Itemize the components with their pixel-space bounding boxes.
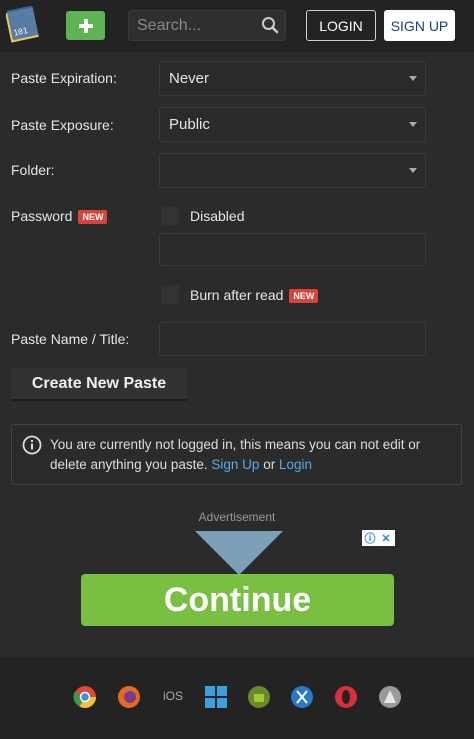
- search-icon[interactable]: [261, 16, 279, 39]
- password-input[interactable]: [159, 233, 426, 266]
- chevron-down-icon: [409, 168, 417, 173]
- firefox-icon[interactable]: [117, 685, 141, 709]
- password-label: Password: [11, 208, 73, 224]
- info-icon: [22, 435, 42, 460]
- password-label-row: Password NEW: [11, 208, 108, 225]
- opera-icon[interactable]: [334, 685, 358, 709]
- new-badge: NEW: [289, 289, 319, 304]
- search-box: [128, 10, 286, 41]
- folder-label: Folder:: [11, 162, 55, 178]
- exposure-value: Public: [169, 116, 210, 133]
- burn-label: Burn after read: [190, 287, 284, 303]
- folder-select[interactable]: [159, 153, 426, 188]
- mac-icon[interactable]: [290, 685, 314, 709]
- title-input[interactable]: [159, 322, 426, 356]
- search-input[interactable]: [129, 11, 255, 40]
- exposure-label: Paste Exposure:: [11, 117, 114, 133]
- android-icon[interactable]: [247, 685, 271, 709]
- continue-button[interactable]: Continue: [81, 574, 394, 626]
- plus-icon: [78, 18, 93, 33]
- signup-link[interactable]: Sign Up: [211, 457, 259, 472]
- ios-label[interactable]: iOS: [163, 689, 183, 703]
- chevron-down-icon: [409, 122, 417, 127]
- pastebin-logo-icon[interactable]: 101: [5, 5, 40, 44]
- title-label: Paste Name / Title:: [11, 331, 130, 347]
- ad-info-icon[interactable]: ⓘ: [362, 530, 378, 546]
- password-disabled-label: Disabled: [190, 208, 245, 224]
- create-paste-button[interactable]: Create New Paste: [11, 368, 187, 401]
- ad-close-icon[interactable]: ✕: [378, 530, 394, 546]
- login-link[interactable]: Login: [279, 457, 312, 472]
- top-header: 101 LOGIN SIGN UP: [0, 0, 474, 52]
- login-button[interactable]: LOGIN: [306, 10, 376, 41]
- chrome-icon[interactable]: [73, 685, 97, 709]
- arrow-down-icon: [195, 531, 283, 580]
- linux-icon[interactable]: [378, 685, 402, 709]
- signup-button[interactable]: SIGN UP: [384, 10, 455, 41]
- notice-text: You are currently not logged in, this me…: [50, 435, 455, 475]
- expiration-label: Paste Expiration:: [11, 70, 117, 86]
- exposure-select[interactable]: Public: [159, 107, 426, 142]
- chevron-down-icon: [409, 76, 417, 81]
- burn-label-row: Burn after read NEW: [190, 287, 319, 304]
- new-paste-button[interactable]: [66, 11, 105, 40]
- footer-platforms: iOS: [0, 657, 474, 739]
- login-notice: You are currently not logged in, this me…: [11, 424, 462, 485]
- expiration-select[interactable]: Never: [159, 61, 426, 96]
- advertisement-label: Advertisement: [198, 510, 276, 524]
- ad-choices[interactable]: ⓘ ✕: [362, 530, 395, 546]
- expiration-value: Never: [169, 70, 210, 87]
- new-badge: NEW: [78, 210, 108, 225]
- burn-checkbox[interactable]: [161, 286, 179, 304]
- windows-icon[interactable]: [204, 685, 228, 709]
- password-checkbox[interactable]: [161, 207, 179, 225]
- notice-or: or: [263, 457, 276, 472]
